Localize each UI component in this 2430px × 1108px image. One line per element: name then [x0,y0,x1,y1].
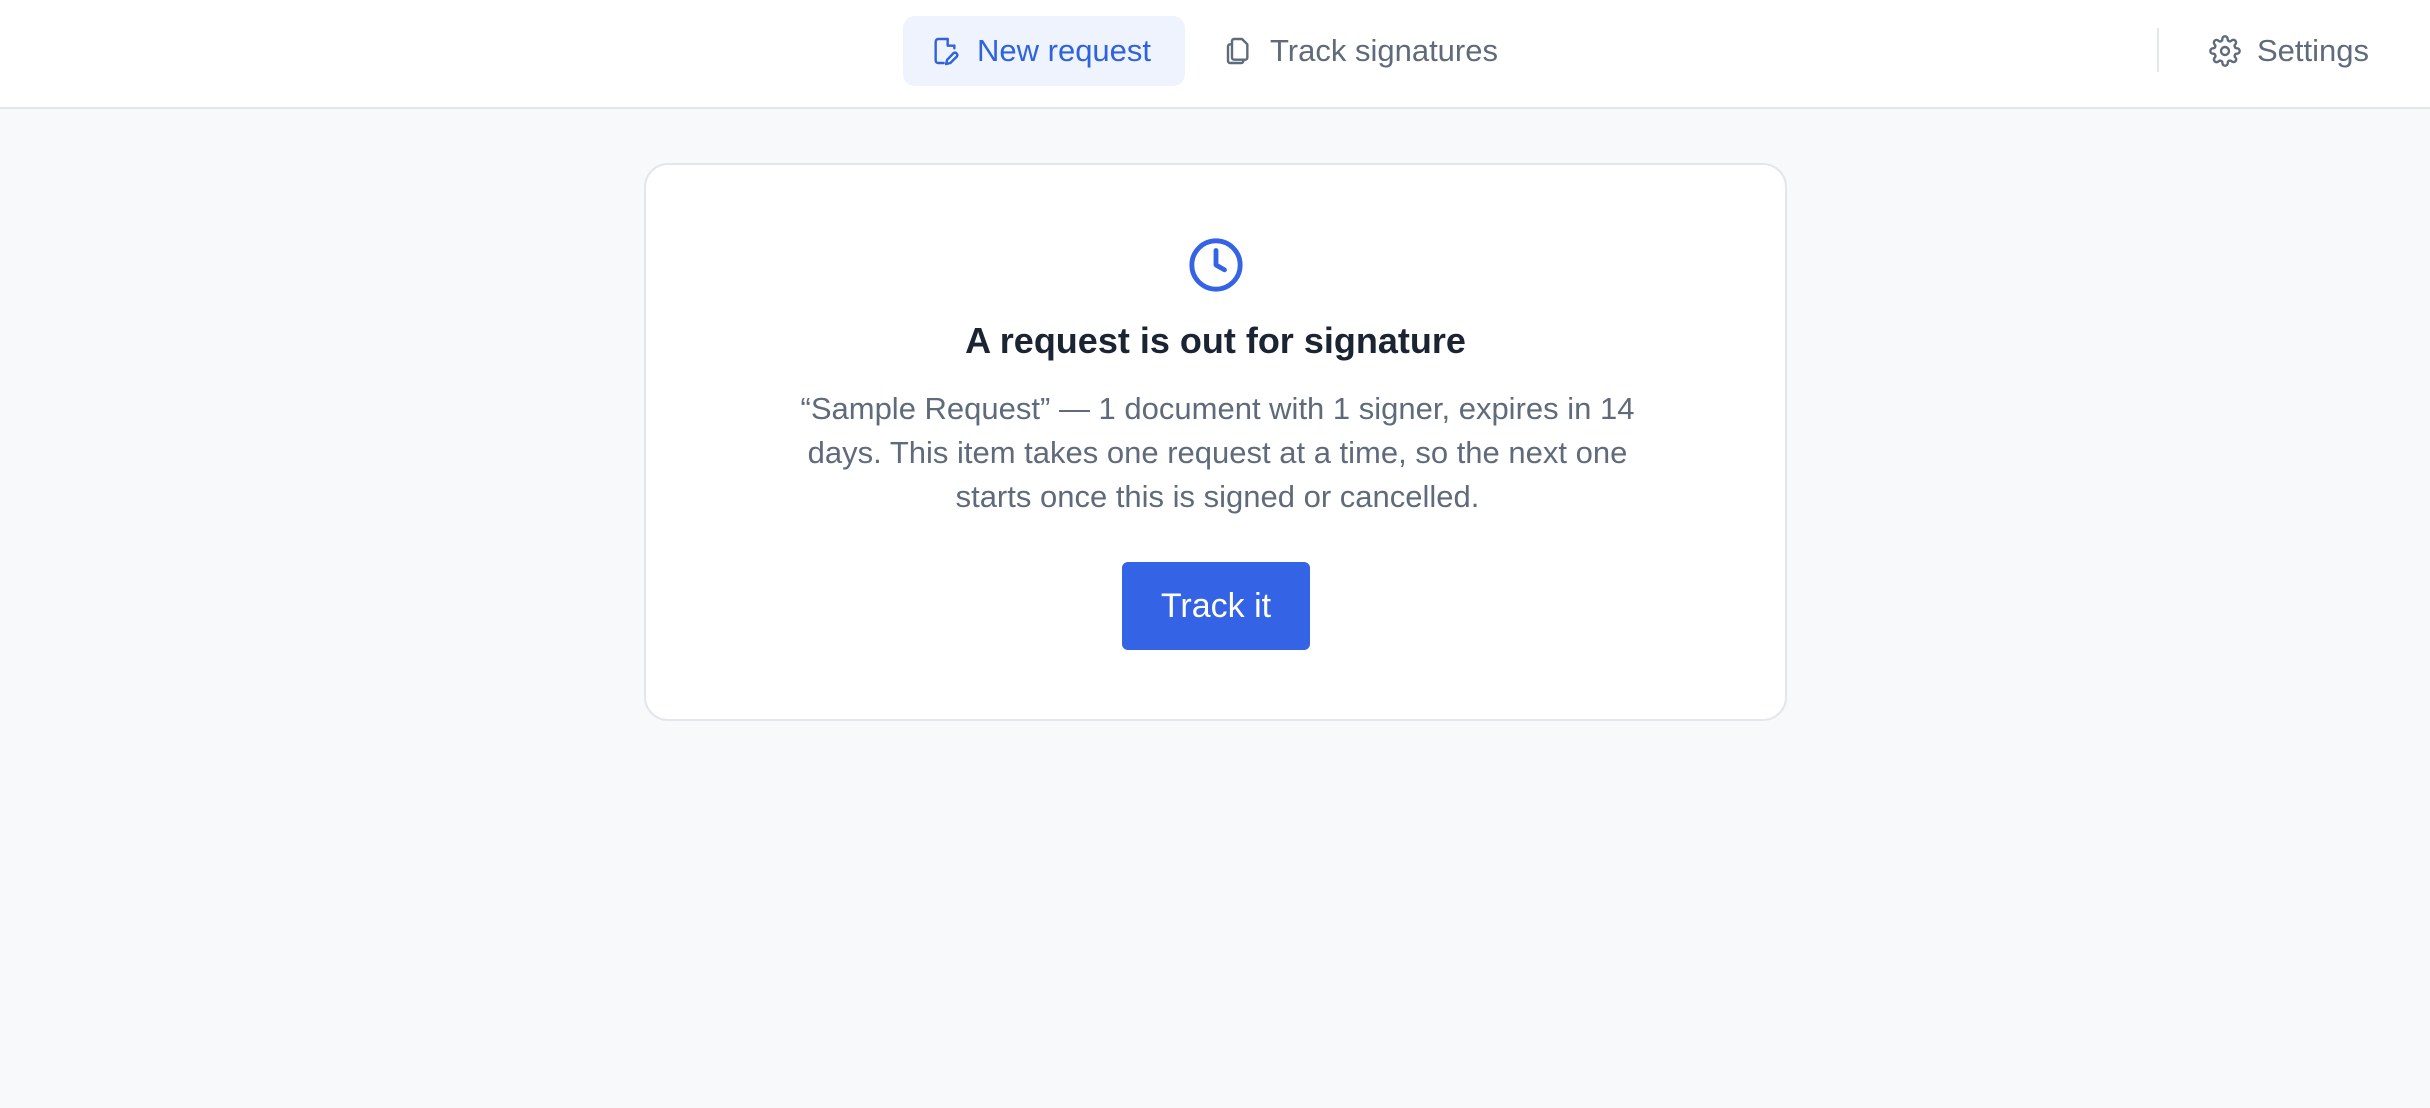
card-description: “Sample Request” — 1 document with 1 sig… [800,391,1635,514]
gear-icon [2209,35,2241,67]
tab-track-signatures-label: Track signatures [1270,33,1498,68]
track-it-button[interactable]: Track it [1122,562,1310,650]
tab-new-request-label: New request [977,33,1152,68]
documents-icon [1222,35,1254,67]
settings-button[interactable]: Settings [2195,16,2405,86]
tab-new-request[interactable]: New request [903,16,1185,86]
tab-track-signatures[interactable]: Track signatures [1196,16,1516,86]
card-title: A request is out for signature [965,320,1466,361]
top-navigation-bar: New request Track signatures Settings [0,0,2430,109]
pending-request-card: A request is out for signature “Sample R… [644,163,1787,721]
nav-divider [2157,28,2159,72]
document-edit-icon [929,35,961,67]
clock-icon [1187,236,1245,294]
settings-label: Settings [2257,33,2370,68]
